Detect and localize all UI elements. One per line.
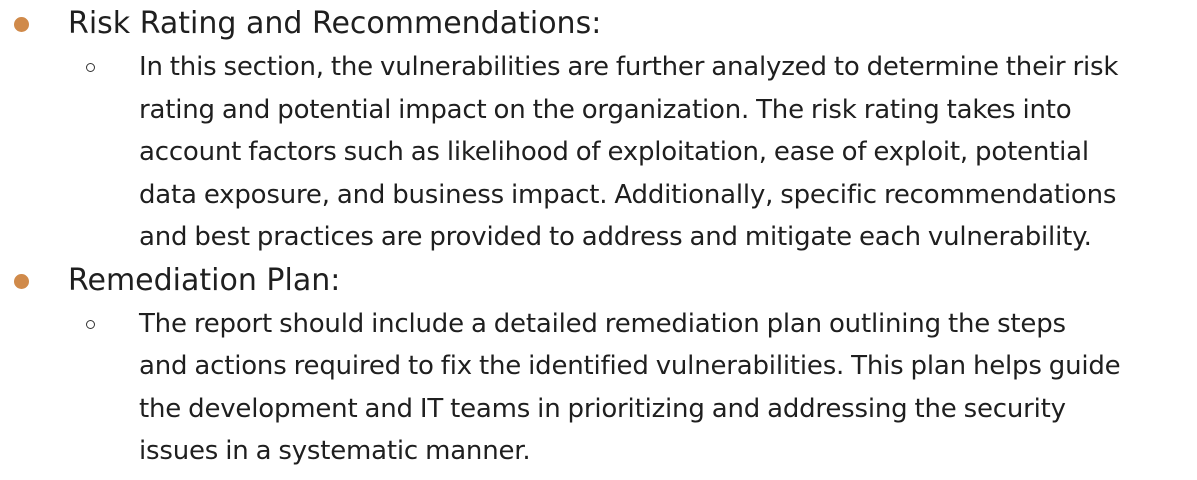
hollow-circle-bullet-icon — [86, 319, 95, 329]
bullet-dot-icon — [14, 273, 29, 289]
document-page: Risk Rating and Recommendations: In this… — [0, 0, 1197, 480]
paragraph-line: rating and potential impact on the organ… — [139, 94, 1072, 125]
bullet-dot-icon — [14, 17, 29, 32]
paragraph-line: and actions required to fix the identifi… — [139, 351, 1121, 381]
sub-bullet-item: The report should include a detailed rem… — [0, 303, 1197, 473]
bullet-heading-row: Risk Rating and Recommendations: — [0, 2, 1197, 46]
paragraph-line: the development and IT teams in prioriti… — [139, 393, 1066, 424]
paragraph-line: data exposure, and business impact. Addi… — [139, 179, 1117, 210]
sub-bullet-paragraph: The report should include a detailed rem… — [139, 303, 1191, 473]
hollow-circle-bullet-icon — [86, 63, 95, 72]
paragraph-line: account factors such as likelihood of ex… — [139, 137, 1089, 167]
bullet-heading: Risk Rating and Recommendations: — [68, 6, 602, 41]
bullet-item-remediation-plan: Remediation Plan: The report should incl… — [0, 259, 1197, 473]
sub-bullet-paragraph: In this section, the vulnerabilities are… — [139, 46, 1191, 259]
paragraph-line: In this section, the vulnerabilities are… — [139, 52, 1119, 82]
bullet-item-risk-rating: Risk Rating and Recommendations: In this… — [0, 2, 1197, 259]
bullet-heading-row: Remediation Plan: — [0, 259, 1197, 303]
sub-bullet-item: In this section, the vulnerabilities are… — [0, 46, 1197, 259]
bullet-heading: Remediation Plan: — [68, 262, 341, 298]
paragraph-line: issues in a systematic manner. — [139, 436, 531, 466]
paragraph-line: and best practices are provided to addre… — [139, 222, 1092, 252]
paragraph-line: The report should include a detailed rem… — [139, 308, 1066, 339]
